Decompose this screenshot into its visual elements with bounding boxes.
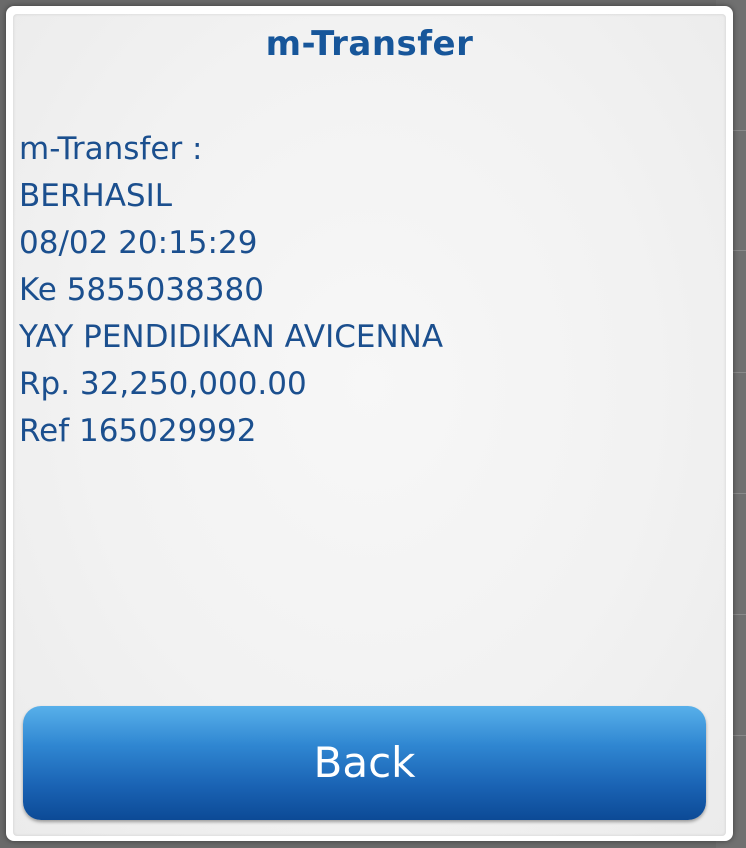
transfer-message: m-Transfer : BERHASIL 08/02 20:15:29 Ke … — [19, 126, 699, 455]
dialog-body: m-Transfer m-Transfer : BERHASIL 08/02 2… — [13, 14, 726, 836]
message-line-recipient: YAY PENDIDIKAN AVICENNA — [19, 319, 444, 355]
dialog-title: m-Transfer — [265, 24, 474, 64]
message-line-datetime: 08/02 20:15:29 — [19, 225, 258, 261]
message-line-reference: Ref 165029992 — [19, 413, 257, 449]
transfer-result-dialog: m-Transfer m-Transfer : BERHASIL 08/02 2… — [6, 6, 733, 841]
message-line-amount: Rp. 32,250,000.00 — [19, 366, 307, 402]
back-button[interactable]: Back — [23, 706, 706, 820]
message-line-header: m-Transfer : — [19, 131, 203, 167]
message-line-account: Ke 5855038380 — [19, 272, 264, 308]
message-line-status: BERHASIL — [19, 178, 173, 214]
